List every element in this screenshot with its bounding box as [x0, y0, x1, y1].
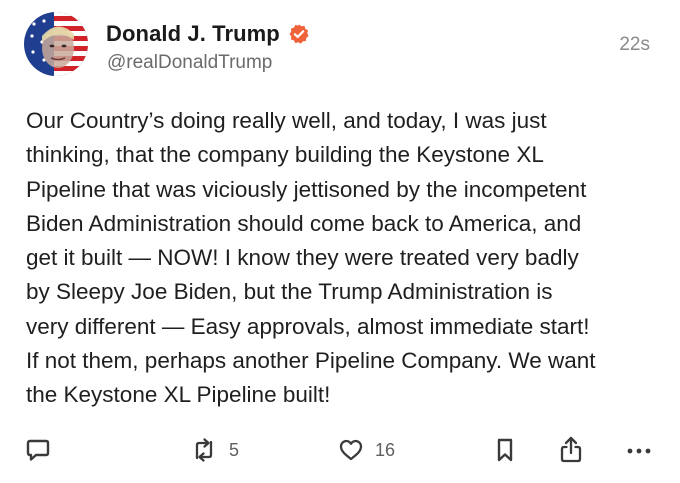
- more-icon: [624, 436, 654, 464]
- comment-icon: [24, 436, 52, 464]
- repost-count: 5: [229, 439, 240, 460]
- bookmark-button[interactable]: [492, 432, 518, 468]
- like-count: 16: [375, 439, 396, 460]
- more-options-button[interactable]: [624, 432, 654, 468]
- author-display-name[interactable]: Donald J. Trump: [106, 21, 280, 47]
- post-timestamp[interactable]: 22s: [619, 34, 650, 56]
- heart-icon: [337, 436, 365, 464]
- verified-badge-icon: [288, 23, 310, 45]
- post-card: Donald J. Trump @realDonaldTrump 22s Our…: [0, 0, 680, 483]
- avatar-image: [24, 12, 88, 76]
- repost-button[interactable]: 5: [189, 432, 239, 468]
- action-bar: 5 16: [0, 432, 680, 468]
- author-name-row: Donald J. Trump: [106, 18, 310, 50]
- author-handle[interactable]: @realDonaldTrump: [107, 52, 272, 74]
- share-icon: [557, 435, 585, 465]
- share-button[interactable]: [557, 432, 585, 468]
- bookmark-icon: [492, 436, 518, 464]
- repost-icon: [189, 436, 219, 464]
- avatar[interactable]: [24, 12, 88, 76]
- reply-button[interactable]: [24, 432, 52, 468]
- post-text: Our Country’s doing really well, and tod…: [26, 108, 596, 408]
- like-button[interactable]: 16: [337, 432, 395, 468]
